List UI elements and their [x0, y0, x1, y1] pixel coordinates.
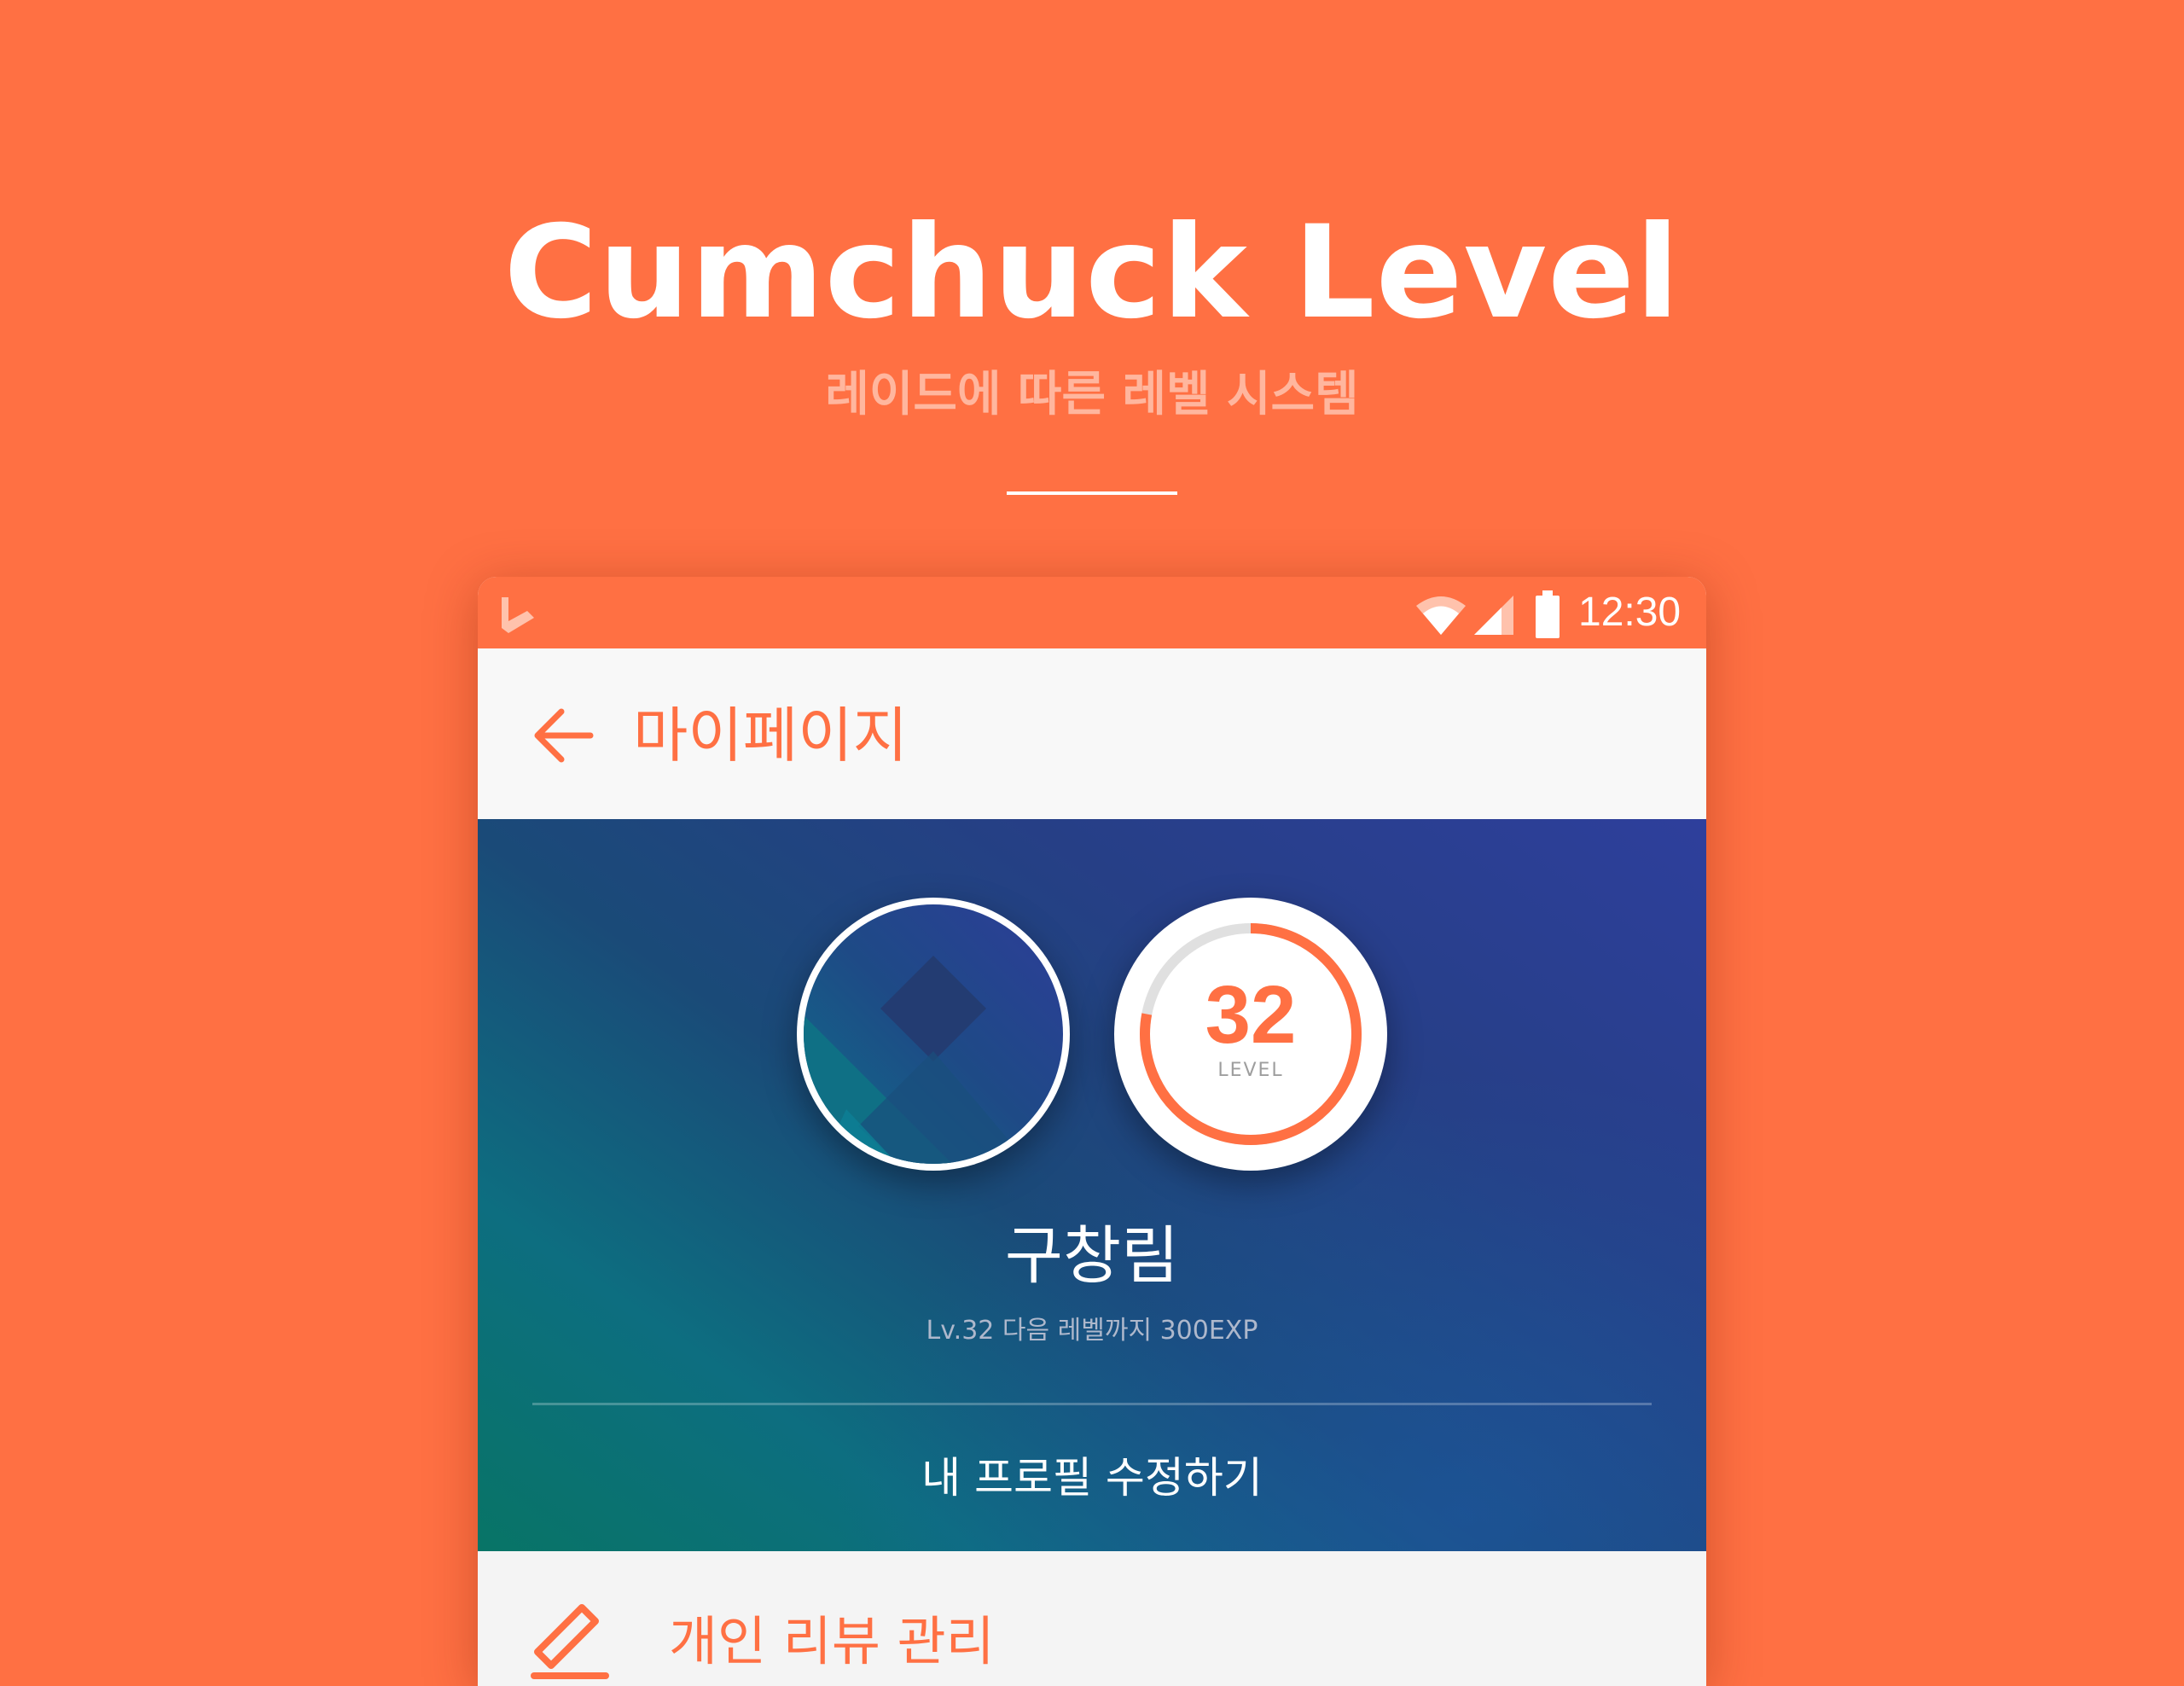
level-label: LEVEL [1217, 1060, 1284, 1081]
pencil-icon [531, 1604, 609, 1679]
signal-icon [1474, 596, 1513, 635]
user-name: 구창림 [1004, 1219, 1180, 1293]
card-divider [532, 1403, 1652, 1405]
phone-screen: 12:30 마이페이지 32 LEVEL 구창림 Lv.32 다음 레벨까지 3… [478, 577, 1706, 1686]
edit-profile-button[interactable]: 내 프로필 수정하기 [478, 1408, 1706, 1551]
hero-divider [1007, 491, 1177, 495]
profile-card: 32 LEVEL 구창림 Lv.32 다음 레벨까지 300EXP 내 프로필 … [478, 819, 1706, 1551]
page-title: 마이페이지 [633, 701, 908, 770]
hero-subtitle: 레이드에 따른 레벨 시스템 [825, 367, 1359, 422]
menu-item-label: 개인 리뷰 관리 [669, 1610, 995, 1672]
hero-title: Cumchuck Level [503, 199, 1681, 347]
status-bar: 12:30 [478, 577, 1706, 648]
level-number: 32 [1205, 969, 1297, 1061]
status-time: 12:30 [1578, 590, 1682, 635]
app-bar: 마이페이지 [478, 648, 1706, 819]
arrow-left-icon[interactable] [529, 701, 597, 770]
app-logo-icon [502, 597, 534, 633]
level-badge: 32 LEVEL [1114, 898, 1387, 1171]
user-level-info: Lv.32 다음 레벨까지 300EXP [926, 1316, 1258, 1346]
avatar-image [804, 904, 1063, 1164]
avatar[interactable] [797, 898, 1070, 1171]
menu-item-review-management[interactable]: 개인 리뷰 관리 [478, 1551, 1706, 1686]
battery-icon [1536, 590, 1560, 638]
wifi-icon [1416, 596, 1466, 635]
